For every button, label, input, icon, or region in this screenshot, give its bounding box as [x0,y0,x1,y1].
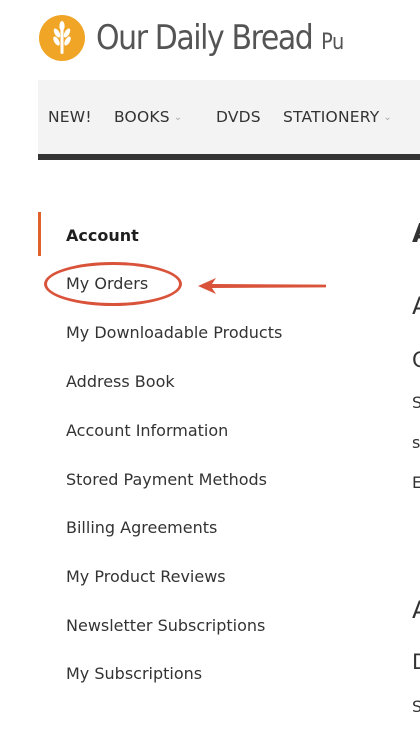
nav-item-label: NEW! [48,108,92,126]
highlight-circle [44,262,182,306]
sidebar-item-product-reviews[interactable]: My Product Reviews [66,565,226,589]
content-link-fragment: E [412,473,420,492]
nav-item-label: BOOKS [114,108,170,126]
brand-name: Our Daily Bread [96,18,314,58]
site-logo-text[interactable]: Our Daily Bread Pu [96,14,344,62]
contact-heading-fragment: C [412,348,420,372]
sidebar-item-account-information[interactable]: Account Information [66,419,228,443]
sidebar-item-stored-payment-methods[interactable]: Stored Payment Methods [66,468,267,492]
sidebar-item-address-book[interactable]: Address Book [66,370,175,394]
chevron-down-icon: ⌄ [383,112,392,123]
content-text-fragment: S [412,697,420,716]
sidebar-item-my-subscriptions[interactable]: My Subscriptions [66,662,202,686]
section-heading-fragment: A [412,292,420,320]
nav-item-books[interactable]: BOOKS ⌄ [114,80,182,154]
sidebar-item-newsletter-subscriptions[interactable]: Newsletter Subscriptions [66,614,265,638]
content-text-fragment: s [412,433,420,452]
content-text-fragment: S [412,393,420,412]
subheading-fragment: D [412,650,420,674]
nav-underline [38,154,420,160]
active-item-indicator [38,212,41,256]
site-header: Our Daily Bread Pu [0,0,420,76]
nav-item-stationery[interactable]: STATIONERY ⌄ [283,80,392,154]
sidebar-item-downloadable-products[interactable]: My Downloadable Products [66,321,282,345]
sidebar-item-billing-agreements[interactable]: Billing Agreements [66,516,217,540]
sidebar-item-account[interactable]: Account [66,224,139,248]
brand-name-tail: Pu [321,30,344,55]
nav-item-new[interactable]: NEW! [48,80,92,154]
nav-item-label: DVDS [216,108,261,126]
pointer-arrow-icon [198,278,326,294]
wheat-logo-icon[interactable] [38,14,86,62]
main-nav: NEW! BOOKS ⌄ DVDS STATIONERY ⌄ [38,80,420,154]
section-heading-fragment: A [412,596,420,624]
nav-item-dvds[interactable]: DVDS [216,80,261,154]
chevron-down-icon: ⌄ [173,112,183,123]
nav-item-label: STATIONERY [283,108,380,126]
main-title-fragment: A [412,219,420,249]
